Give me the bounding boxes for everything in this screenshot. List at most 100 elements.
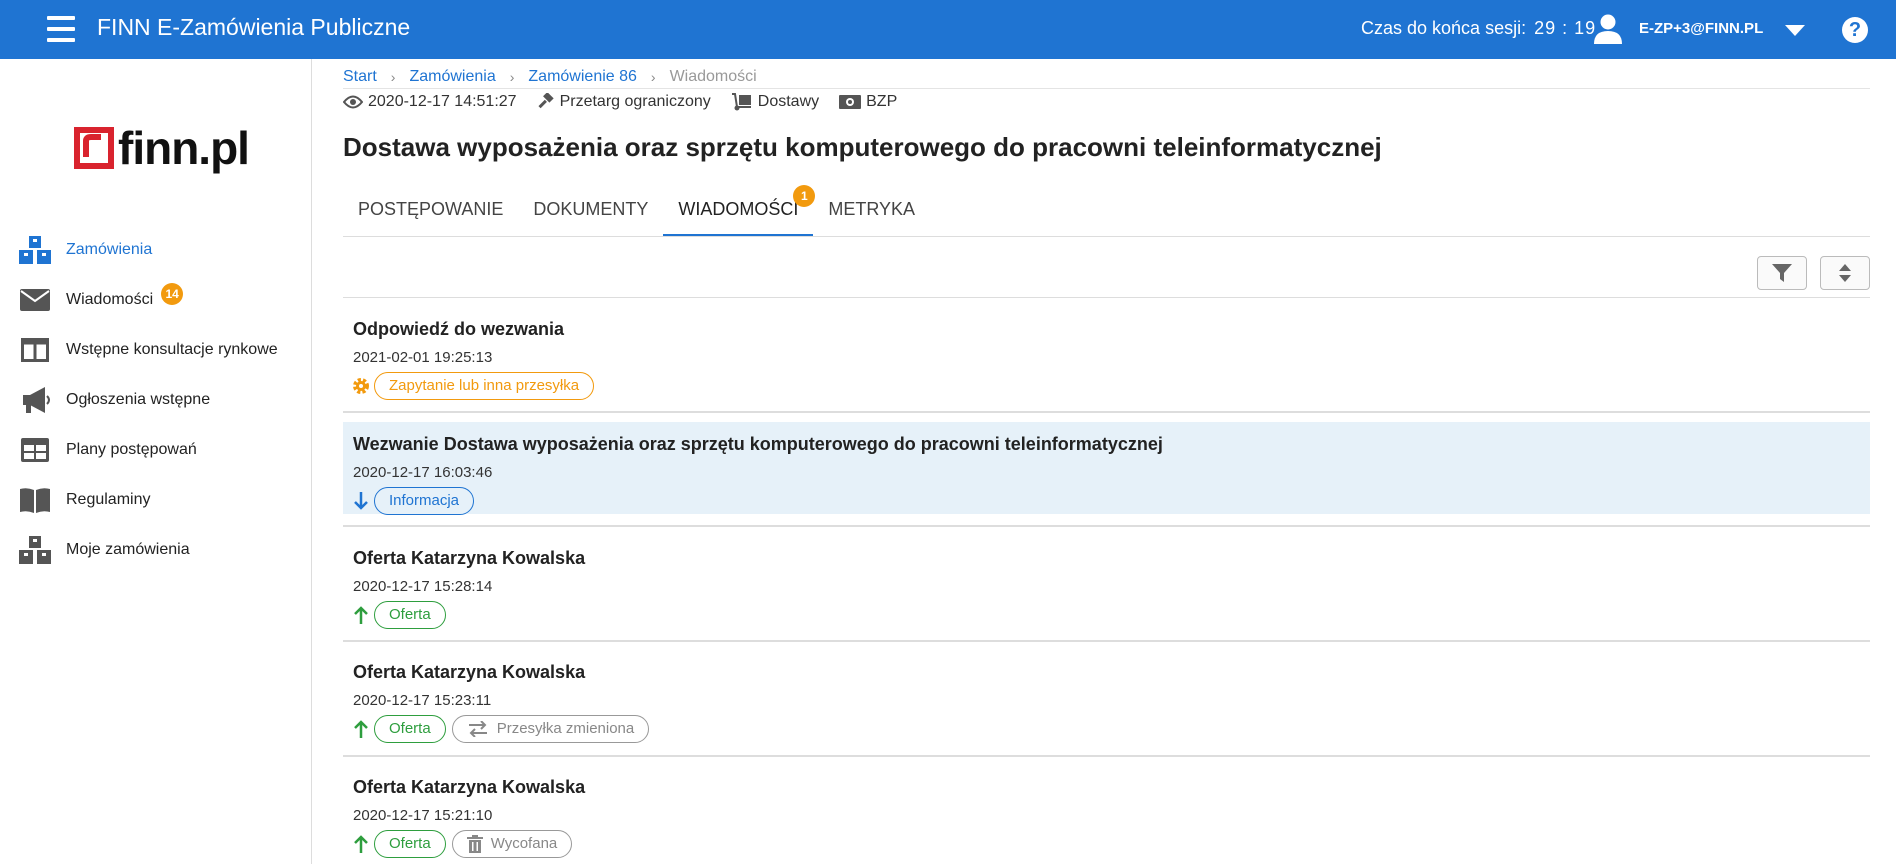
help-icon[interactable]: ?: [1842, 17, 1868, 43]
message-title: Oferta Katarzyna Kowalska: [353, 777, 586, 797]
message-title: Wezwanie Dostawa wyposażenia oraz sprzęt…: [353, 434, 1163, 454]
tag-oferta: Oferta: [374, 830, 446, 858]
filter-button[interactable]: [1757, 256, 1807, 290]
breadcrumb-current: Wiadomości: [669, 68, 757, 85]
book-icon: [19, 487, 51, 513]
gear-icon: [352, 376, 370, 396]
sidebar-item-label: Plany postępowań: [66, 441, 197, 458]
breadcrumb-zamowienie[interactable]: Zamówienie 86: [528, 68, 637, 86]
tag-oferta: Oferta: [374, 601, 446, 629]
message-item[interactable]: Oferta Katarzyna Kowalska 2020-12-17 15:…: [343, 536, 1870, 629]
chevron-right-icon: ›: [509, 69, 515, 85]
filter-icon: [1772, 264, 1792, 282]
tag-informacja: Informacja: [374, 487, 475, 515]
sidebar-item-moje-zamowienia[interactable]: Moje zamówienia: [0, 525, 311, 575]
tab-dokumenty[interactable]: DOKUMENTY: [518, 188, 663, 236]
page-title: Dostawa wyposażenia oraz sprzętu kompute…: [343, 132, 1382, 162]
sidebar: finn.pl Zamówienia Wiadomości 14 Wstępne…: [0, 59, 312, 864]
message-tags: Oferta Wycofana: [352, 830, 578, 858]
divider: [343, 297, 1870, 298]
money-icon: [839, 95, 862, 109]
trash-icon: [466, 835, 483, 853]
boxes-icon: [19, 536, 51, 564]
sort-icon: [1839, 264, 1851, 282]
tab-metryka[interactable]: METRYKA: [813, 188, 930, 236]
tag-oferta: Oferta: [374, 715, 446, 743]
dolly-icon: [731, 93, 751, 111]
chevron-right-icon: ›: [390, 69, 396, 85]
unread-badge: 14: [161, 283, 184, 305]
message-item[interactable]: Oferta Katarzyna Kowalska 2020-12-17 15:…: [343, 765, 1870, 858]
message-date: 2021-02-01 19:25:13: [353, 349, 493, 366]
logo[interactable]: finn.pl: [74, 122, 250, 174]
breadcrumb: Start › Zamówienia › Zamówienie 86 › Wia…: [343, 68, 757, 86]
message-tags: Oferta: [352, 601, 452, 629]
tag-przesylka-zmieniona: Przesyłka zmieniona: [451, 715, 650, 743]
session-timer: Czas do końca sesji: 29 : 19: [1361, 18, 1596, 39]
arrow-up-icon: [352, 719, 370, 739]
megaphone-icon: [19, 387, 51, 413]
app-title: FINN E-Zamówienia Publiczne: [97, 14, 411, 40]
logo-text: finn.pl: [118, 122, 250, 174]
divider: [343, 411, 1870, 413]
divider: [343, 755, 1870, 757]
arrow-up-icon: [352, 605, 370, 625]
message-date: 2020-12-17 16:03:46: [353, 464, 493, 481]
sidebar-item-plany[interactable]: Plany postępowań: [0, 425, 311, 475]
arrow-up-icon: [352, 834, 370, 854]
meta-registry: BZP: [839, 93, 897, 111]
divider: [343, 525, 1870, 527]
message-title: Oferta Katarzyna Kowalska: [353, 662, 586, 682]
sidebar-item-label: Moje zamówienia: [66, 541, 190, 558]
gavel-icon: [538, 93, 554, 109]
sidebar-nav: Zamówienia Wiadomości 14 Wstępne konsult…: [0, 225, 311, 575]
sidebar-item-label: Ogłoszenia wstępne: [66, 391, 211, 408]
message-tags: Oferta Przesyłka zmieniona: [352, 715, 655, 743]
chevron-right-icon: ›: [650, 69, 656, 85]
message-title: Odpowiedź do wezwania: [353, 319, 565, 339]
message-tags: Informacja: [352, 487, 480, 515]
tab-postepowanie[interactable]: POSTĘPOWANIE: [343, 188, 518, 236]
top-bar: FINN E-Zamówienia Publiczne Czas do końc…: [0, 0, 1896, 59]
breadcrumb-zamowienia[interactable]: Zamówienia: [409, 68, 495, 86]
sidebar-item-konsultacje[interactable]: Wstępne konsultacje rynkowe: [0, 325, 311, 375]
message-item[interactable]: Oferta Katarzyna Kowalska 2020-12-17 15:…: [343, 650, 1870, 743]
meta-procedure: Przetarg ograniczony: [537, 93, 711, 111]
user-icon[interactable]: [1594, 14, 1622, 44]
tab-badge: 1: [793, 185, 816, 207]
divider: [343, 88, 1870, 89]
meta-datetime: 2020-12-17 14:51:27: [343, 93, 517, 111]
tag-zapytanie: Zapytanie lub inna przesyłka: [374, 372, 595, 400]
sort-button[interactable]: [1820, 256, 1870, 290]
arrow-down-icon: [352, 491, 370, 511]
message-item[interactable]: Odpowiedź do wezwania 2021-02-01 19:25:1…: [343, 307, 1870, 400]
sidebar-item-label: Regulaminy: [66, 491, 151, 508]
message-title: Oferta Katarzyna Kowalska: [353, 548, 586, 568]
user-name[interactable]: E-ZP+3@FINN.PL: [1639, 20, 1763, 37]
sidebar-item-regulaminy[interactable]: Regulaminy: [0, 475, 311, 525]
sidebar-item-label: Wstępne konsultacje rynkowe: [66, 341, 278, 358]
message-date: 2020-12-17 15:28:14: [353, 578, 493, 595]
sidebar-item-ogloszenia[interactable]: Ogłoszenia wstępne: [0, 375, 311, 425]
breadcrumb-start[interactable]: Start: [343, 68, 377, 86]
message-date: 2020-12-17 15:21:10: [353, 807, 493, 824]
tab-bar: POSTĘPOWANIE DOKUMENTY WIADOMOŚCI 1 METR…: [343, 185, 1870, 237]
meta-type: Dostawy: [731, 93, 819, 111]
menu-icon[interactable]: [47, 16, 75, 42]
sidebar-item-wiadomosci[interactable]: Wiadomości 14: [0, 275, 311, 325]
tag-wycofana: Wycofana: [451, 830, 573, 858]
message-item[interactable]: Wezwanie Dostawa wyposażenia oraz sprzęt…: [343, 422, 1870, 515]
finn-logo-icon: [74, 127, 114, 169]
envelope-icon: [19, 287, 51, 313]
message-date: 2020-12-17 15:23:11: [353, 692, 492, 709]
tab-wiadomosci[interactable]: WIADOMOŚCI 1: [663, 185, 816, 236]
sidebar-item-label: Wiadomości: [66, 291, 154, 308]
chevron-down-icon[interactable]: [1785, 25, 1805, 36]
eye-icon: [343, 95, 363, 109]
session-label: Czas do końca sesji:: [1361, 18, 1527, 38]
table-icon: [19, 437, 51, 463]
message-tags: Zapytanie lub inna przesyłka: [352, 372, 600, 400]
sidebar-item-zamowienia[interactable]: Zamówienia: [0, 225, 311, 275]
order-meta: 2020-12-17 14:51:27 Przetarg ograniczony…: [343, 93, 917, 111]
sidebar-item-label: Zamówienia: [66, 241, 153, 258]
